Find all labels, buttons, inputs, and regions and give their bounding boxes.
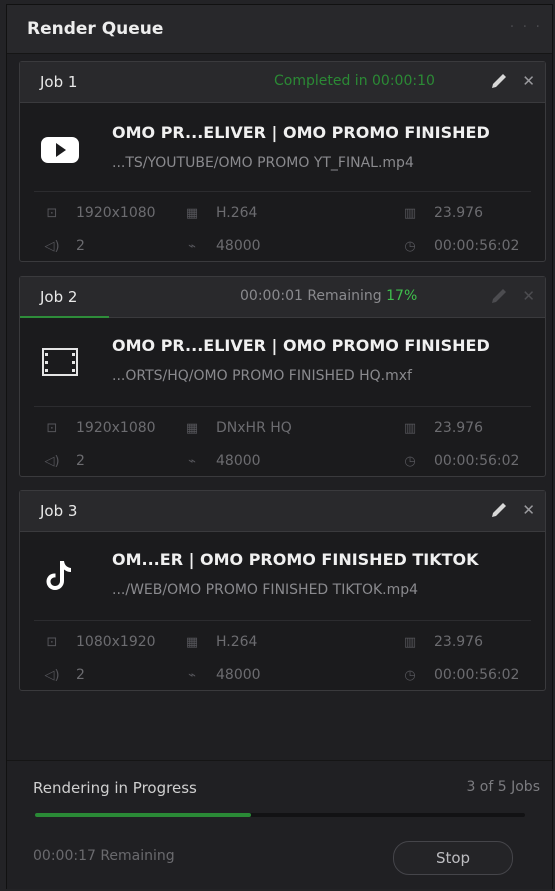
overall-progress-fill <box>35 813 251 817</box>
job-name: Job 1 <box>40 73 78 91</box>
resolution-icon: ⊡ <box>46 206 58 221</box>
audio-meta: ◁) 2 <box>42 667 85 683</box>
edit-pencil-icon[interactable] <box>488 285 510 307</box>
fps-meta: ▥ 23.976 <box>400 420 483 436</box>
jobs-count: 3 of 5 Jobs <box>466 779 540 795</box>
job-percent: 17% <box>386 288 418 304</box>
job-title: OM...ER | OMO PROMO FINISHED TIKTOK <box>112 550 479 569</box>
resolution-value: 1920x1080 <box>76 420 156 436</box>
clock-icon: ◷ <box>404 239 416 254</box>
job-output-path: ...TS/YOUTUBE/OMO PROMO YT_FINAL.mp4 <box>112 155 414 171</box>
duration-value: 00:00:56:02 <box>434 238 520 254</box>
sample-rate-meta: ⌁ 48000 <box>182 238 261 254</box>
close-icon[interactable]: ✕ <box>522 287 535 305</box>
render-footer: Rendering in Progress 3 of 5 Jobs 00:00:… <box>7 760 552 889</box>
duration-meta: ◷ 00:00:56:02 <box>400 453 519 469</box>
waveform-icon: ⌁ <box>188 239 196 254</box>
resolution-icon: ⊡ <box>46 421 58 436</box>
job-title: OMO PR...ELIVER | OMO PROMO FINISHED <box>112 123 490 142</box>
panel-header: Render Queue · · · <box>7 5 552 54</box>
resolution-icon: ⊡ <box>46 635 58 650</box>
codec-meta: ▦ H.264 <box>182 634 258 650</box>
sample-rate-meta: ⌁ 48000 <box>182 453 261 469</box>
close-icon[interactable]: ✕ <box>522 72 535 90</box>
codec-meta: ▦ DNxHR HQ <box>182 420 292 436</box>
codec-icon: ▦ <box>185 635 199 650</box>
codec-value: H.264 <box>216 205 258 221</box>
options-menu-icon[interactable]: · · · <box>510 19 542 35</box>
resolution-value: 1920x1080 <box>76 205 156 221</box>
framerate-icon: ▥ <box>403 421 417 436</box>
speaker-icon: ◁) <box>44 454 60 469</box>
resolution-meta: ⊡ 1080x1920 <box>42 634 156 650</box>
clock-icon: ◷ <box>404 454 416 469</box>
job-status: 00:00:01 Remaining 17% <box>240 288 417 304</box>
audio-meta: ◁) 2 <box>42 238 85 254</box>
fps-meta: ▥ 23.976 <box>400 205 483 221</box>
codec-value: DNxHR HQ <box>216 420 292 436</box>
sample-rate-meta: ⌁ 48000 <box>182 667 261 683</box>
overall-progress-track <box>35 813 525 817</box>
codec-icon: ▦ <box>185 421 199 436</box>
divider <box>34 620 531 621</box>
clock-icon: ◷ <box>404 668 416 683</box>
waveform-icon: ⌁ <box>188 454 196 469</box>
youtube-icon <box>41 137 79 163</box>
audio-meta: ◁) 2 <box>42 453 85 469</box>
audio-channels-value: 2 <box>76 667 85 683</box>
fps-value: 23.976 <box>434 420 483 436</box>
codec-icon: ▦ <box>185 206 199 221</box>
speaker-icon: ◁) <box>44 239 60 254</box>
edit-pencil-icon[interactable] <box>488 70 510 92</box>
job-name: Job 2 <box>40 288 78 306</box>
divider <box>34 191 531 192</box>
job-title: OMO PR...ELIVER | OMO PROMO FINISHED <box>112 336 490 355</box>
job-remaining: 00:00:01 Remaining <box>240 288 382 304</box>
render-queue-panel: Render Queue · · · Job 1 Completed in 00… <box>6 4 553 889</box>
duration-value: 00:00:56:02 <box>434 453 520 469</box>
sample-rate-value: 48000 <box>216 453 261 469</box>
render-status-text: Rendering in Progress <box>33 779 197 797</box>
duration-value: 00:00:56:02 <box>434 667 520 683</box>
panel-title: Render Queue <box>27 19 164 39</box>
stop-button[interactable]: Stop <box>393 841 513 875</box>
film-strip-icon <box>42 348 78 376</box>
job-header: Job 1 Completed in 00:00:10 ✕ <box>20 62 545 103</box>
framerate-icon: ▥ <box>403 206 417 221</box>
fps-value: 23.976 <box>434 205 483 221</box>
resolution-meta: ⊡ 1920x1080 <box>42 205 156 221</box>
job-name: Job 3 <box>40 502 78 520</box>
overall-remaining: 00:00:17 Remaining <box>33 848 175 864</box>
framerate-icon: ▥ <box>403 635 417 650</box>
codec-meta: ▦ H.264 <box>182 205 258 221</box>
fps-meta: ▥ 23.976 <box>400 634 483 650</box>
tiktok-icon <box>46 561 71 590</box>
resolution-meta: ⊡ 1920x1080 <box>42 420 156 436</box>
job-card-2[interactable]: Job 2 00:00:01 Remaining 17% ✕ OMO PR...… <box>19 276 546 477</box>
divider <box>34 406 531 407</box>
duration-meta: ◷ 00:00:56:02 <box>400 667 519 683</box>
resolution-value: 1080x1920 <box>76 634 156 650</box>
edit-pencil-icon[interactable] <box>488 499 510 521</box>
job-card-3[interactable]: Job 3 ✕ OM...ER | OMO PROMO FINISHED TIK… <box>19 490 546 691</box>
fps-value: 23.976 <box>434 634 483 650</box>
job-header: Job 3 ✕ <box>20 491 545 532</box>
sample-rate-value: 48000 <box>216 667 261 683</box>
job-progress-bar <box>20 316 110 318</box>
close-icon[interactable]: ✕ <box>522 501 535 519</box>
job-status: Completed in 00:00:10 <box>274 73 435 89</box>
sample-rate-value: 48000 <box>216 238 261 254</box>
duration-meta: ◷ 00:00:56:02 <box>400 238 519 254</box>
job-card-1[interactable]: Job 1 Completed in 00:00:10 ✕ OMO PR...E… <box>19 61 546 262</box>
speaker-icon: ◁) <box>44 668 60 683</box>
job-output-path: .../WEB/OMO PROMO FINISHED TIKTOK.mp4 <box>112 582 419 598</box>
job-output-path: ...ORTS/HQ/OMO PROMO FINISHED HQ.mxf <box>112 368 412 384</box>
audio-channels-value: 2 <box>76 453 85 469</box>
codec-value: H.264 <box>216 634 258 650</box>
job-header: Job 2 00:00:01 Remaining 17% ✕ <box>20 277 545 318</box>
audio-channels-value: 2 <box>76 238 85 254</box>
waveform-icon: ⌁ <box>188 668 196 683</box>
